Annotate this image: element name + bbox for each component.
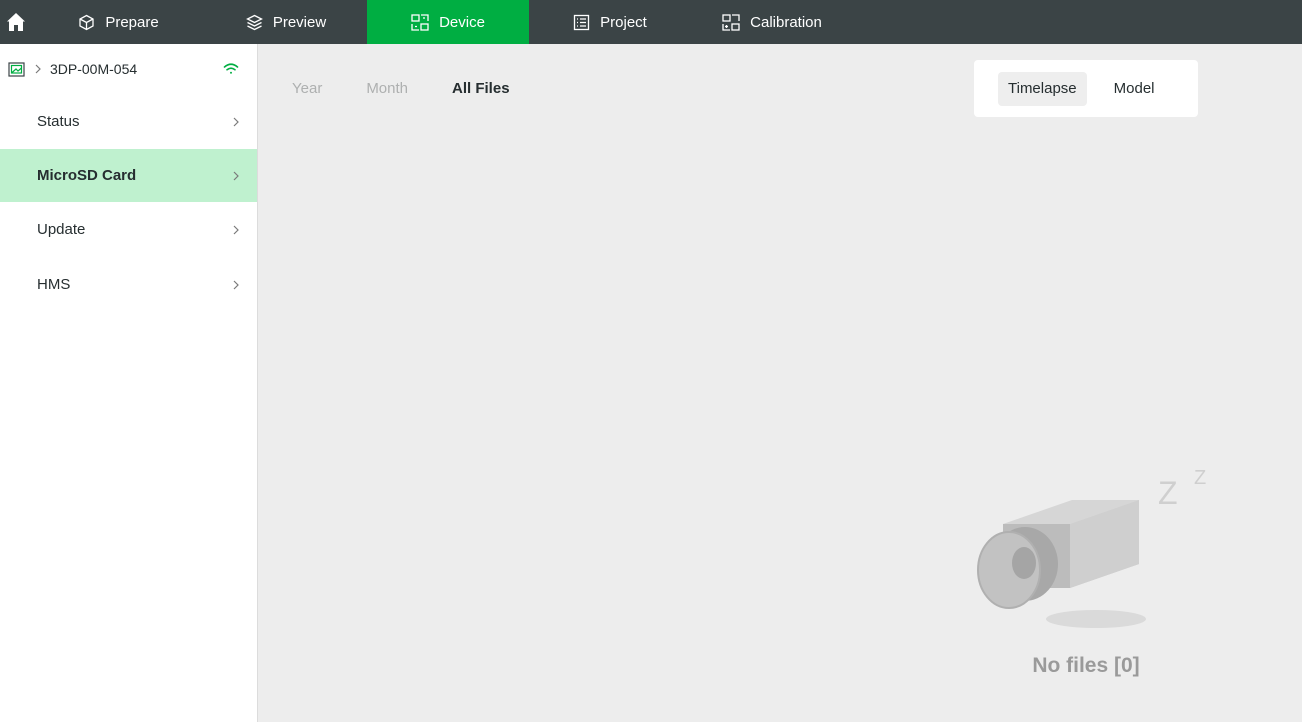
sidebar-item-label: Status: [37, 113, 80, 130]
sidebar-item-label: Update: [37, 221, 86, 238]
model-button[interactable]: Model: [1104, 72, 1165, 106]
sidebar-item-microsd-card[interactable]: MicroSD Card: [0, 149, 257, 202]
tab-prepare[interactable]: Prepare: [32, 0, 205, 44]
sidebar-item-label: HMS: [37, 276, 71, 293]
chevron-right-icon: [35, 64, 41, 74]
layers-icon: [245, 14, 263, 30]
date-filter-tabs: Year Month All Files: [292, 80, 510, 97]
device-icon: [411, 13, 429, 31]
filter-all-files[interactable]: All Files: [452, 80, 510, 97]
tab-label: Device: [439, 13, 485, 31]
sidebar-item-update[interactable]: Update: [0, 202, 257, 257]
device-sidebar: 3DP-00M-054 Status MicroSD Card Update H…: [0, 44, 258, 722]
file-type-toggle: Timelapse Model: [974, 60, 1198, 117]
top-nav-bar: Prepare Preview Device Project Calibrati…: [0, 0, 1302, 44]
sleeping-camera-icon: Z Z: [977, 467, 1206, 628]
tab-label: Calibration: [750, 13, 822, 31]
tab-project[interactable]: Project: [529, 0, 691, 44]
sidebar-item-label: MicroSD Card: [37, 167, 137, 184]
svg-text:Z: Z: [1158, 475, 1178, 511]
tab-calibration[interactable]: Calibration: [691, 0, 853, 44]
tab-label: Project: [600, 13, 647, 31]
tab-label: Prepare: [105, 13, 159, 31]
chevron-right-icon: [233, 171, 239, 180]
tab-label: Preview: [272, 13, 327, 31]
wifi-icon: [223, 63, 239, 74]
tab-preview[interactable]: Preview: [205, 0, 367, 44]
home-icon: [7, 13, 25, 31]
printer-name: 3DP-00M-054: [50, 61, 138, 77]
cube-icon: [79, 14, 94, 30]
sidebar-item-hms[interactable]: HMS: [0, 257, 257, 312]
filter-year[interactable]: Year: [292, 80, 322, 97]
printer-icon: [8, 61, 25, 77]
empty-state-text: No files [0]: [1032, 654, 1140, 677]
chevron-right-icon: [233, 225, 239, 234]
home-button[interactable]: [0, 0, 32, 44]
printer-selector[interactable]: 3DP-00M-054: [0, 44, 257, 94]
sd-card-panel: Year Month All Files Timelapse Model Z Z…: [258, 44, 1302, 722]
tab-device[interactable]: Device: [367, 0, 529, 44]
sidebar-item-status[interactable]: Status: [0, 94, 257, 149]
empty-state: Z Z No files [0]: [974, 464, 1214, 684]
calibration-icon: [722, 13, 740, 31]
chevron-right-icon: [233, 117, 239, 126]
project-icon: [574, 14, 590, 30]
filter-month[interactable]: Month: [366, 80, 408, 97]
timelapse-button[interactable]: Timelapse: [998, 71, 1087, 106]
chevron-right-icon: [233, 280, 239, 289]
svg-text:Z: Z: [1194, 467, 1206, 489]
